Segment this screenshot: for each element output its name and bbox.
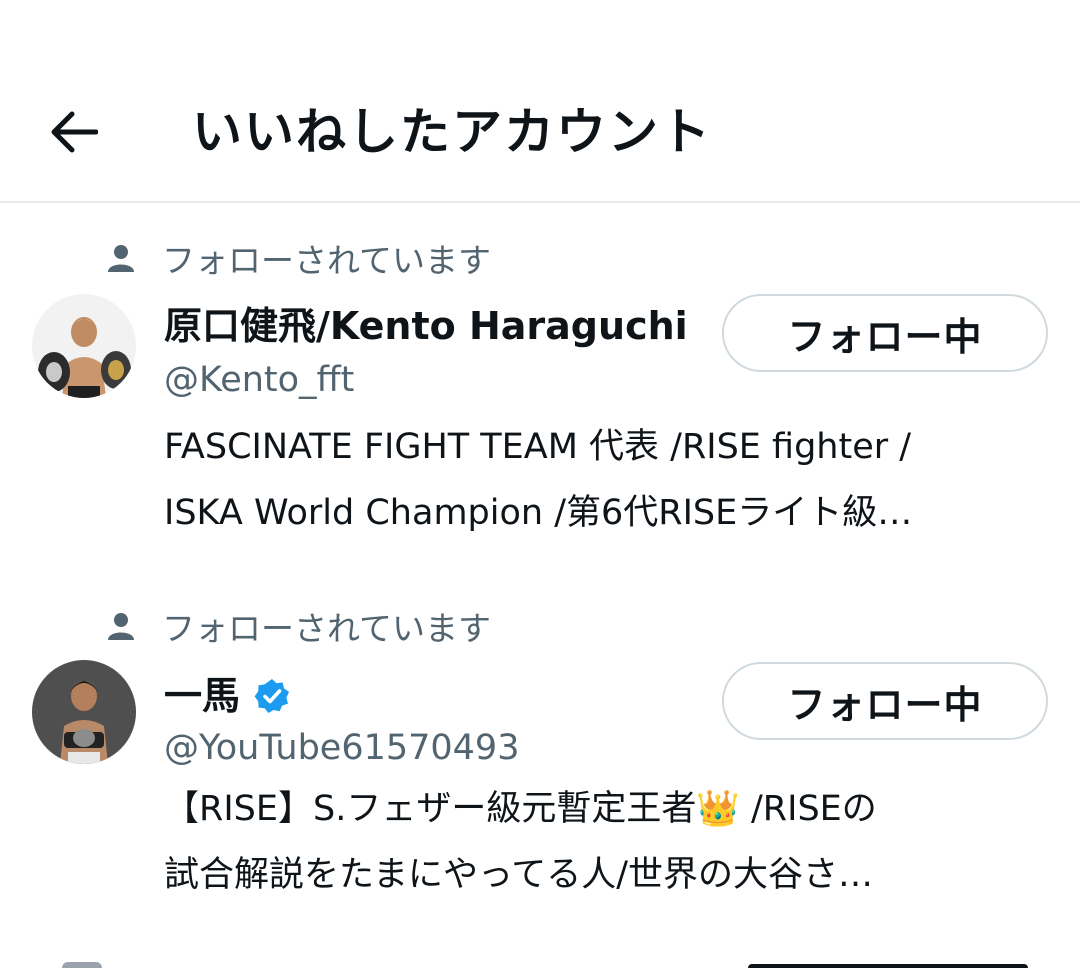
page-title: いいねしたアカウント [192,103,712,161]
bio-line: FASCINATE FIGHT TEAM 代表 /RISE fighter / [164,427,912,467]
social-context: フォローされています [106,606,491,648]
social-context: フォローされています [106,238,491,280]
next-follow-button[interactable] [748,964,1028,968]
next-avatar[interactable] [62,962,102,968]
following-button[interactable]: フォロー中 [722,662,1048,740]
social-context-text: フォローされています [162,609,492,648]
avatar-photo [32,660,136,764]
following-button[interactable]: フォロー中 [722,294,1048,372]
bio-line: 【RISE】S.フェザー級元暫定王者👑 /RISEの [164,789,877,829]
social-context-text: フォローされています [162,241,492,280]
display-name-text: 原口健飛/Kento Haraguchi [164,304,688,348]
person-icon [108,613,134,640]
user-bio: 【RISE】S.フェザー級元暫定王者👑 /RISEの 試合解説をたまにやってる人… [164,776,1044,908]
display-name[interactable]: 一馬 [164,672,290,720]
user-cell[interactable]: フォローされています 一馬 @YouTube61570493 フォロー中 【RI… [0,606,1080,936]
bio-line: 試合解説をたまにやってる人/世界の大谷さ… [164,855,873,895]
back-button[interactable] [44,104,104,160]
avatar[interactable] [32,294,136,398]
user-handle: @YouTube61570493 [164,728,520,768]
user-handle: @Kento_fft [164,360,355,400]
verified-badge-icon [254,679,290,713]
bio-line: ISKA World Champion /第6代RISEライト級… [164,493,913,533]
top-app-bar: いいねしたアカウント [0,0,1080,203]
arrow-left-icon [51,111,98,153]
user-bio: FASCINATE FIGHT TEAM 代表 /RISE fighter / … [164,414,1044,546]
display-name[interactable]: 原口健飛/Kento Haraguchi [164,302,688,350]
person-icon [108,245,134,272]
user-cell[interactable]: フォローされています 原口健飛/Kento Haraguchi @Kento_f… [0,238,1080,568]
avatar[interactable] [32,660,136,764]
avatar-photo [32,294,136,398]
display-name-text: 一馬 [164,674,241,718]
